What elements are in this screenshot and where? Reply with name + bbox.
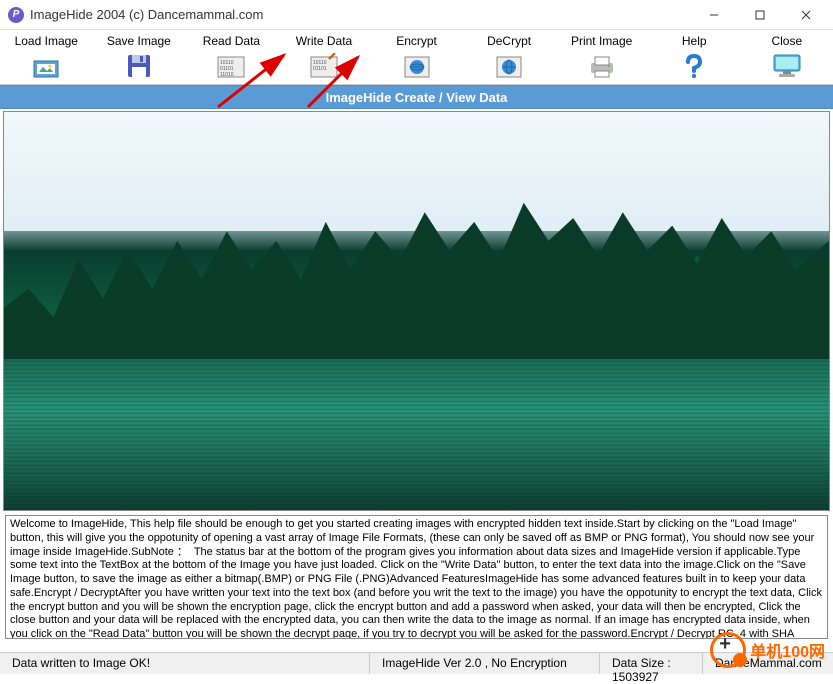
decrypt-button[interactable]: DeCrypt [463, 30, 556, 84]
folder-image-icon [30, 50, 62, 82]
status-version: ImageHide Ver 2.0 , No Encryption [370, 653, 600, 674]
question-mark-icon [678, 50, 710, 82]
maximize-button[interactable] [737, 0, 783, 30]
close-window-button[interactable] [783, 0, 829, 30]
app-icon: P [8, 7, 24, 23]
toolbar-label: Help [682, 34, 707, 48]
help-button[interactable]: Help [648, 30, 741, 84]
floppy-disk-icon [123, 50, 155, 82]
write-data-button[interactable]: Write Data 1011001101 [278, 30, 371, 84]
toolbar-label: Write Data [296, 34, 352, 48]
data-textbox[interactable] [5, 515, 828, 639]
minimize-button[interactable] [691, 0, 737, 30]
title-bar: P ImageHide 2004 (c) Dancemammal.com [0, 0, 833, 30]
image-preview-area [3, 111, 830, 511]
encrypt-button[interactable]: Encrypt [370, 30, 463, 84]
printer-icon [586, 50, 618, 82]
close-button[interactable]: Close [741, 30, 833, 84]
toolbar-label: Close [771, 34, 802, 48]
save-image-button[interactable]: Save Image [93, 30, 186, 84]
read-data-button[interactable]: Read Data 101100110111010 [185, 30, 278, 84]
toolbar-label: Load Image [15, 34, 78, 48]
status-message: Data written to Image OK! [0, 653, 370, 674]
svg-text:01101: 01101 [313, 66, 327, 72]
status-brand: DanceMammal.com [703, 653, 833, 674]
monitor-icon [771, 50, 803, 82]
toolbar-label: Print Image [571, 34, 632, 48]
load-image-button[interactable]: Load Image [0, 30, 93, 84]
section-header: ImageHide Create / View Data [0, 85, 833, 109]
toolbar-label: Read Data [203, 34, 260, 48]
toolbar: Load Image Save Image Read Data 10110011… [0, 30, 833, 85]
status-bar: Data written to Image OK! ImageHide Ver … [0, 652, 833, 674]
binary-write-icon: 1011001101 [308, 50, 340, 82]
window-controls [691, 0, 829, 30]
status-datasize: Data Size : 1503927 [600, 653, 703, 674]
toolbar-label: Encrypt [396, 34, 437, 48]
svg-text:11010: 11010 [220, 72, 234, 78]
unlock-globe-icon [493, 50, 525, 82]
toolbar-label: Save Image [107, 34, 171, 48]
binary-read-icon: 101100110111010 [215, 50, 247, 82]
toolbar-label: DeCrypt [487, 34, 531, 48]
print-image-button[interactable]: Print Image [555, 30, 648, 84]
window-title: ImageHide 2004 (c) Dancemammal.com [30, 7, 691, 22]
lock-globe-icon [401, 50, 433, 82]
